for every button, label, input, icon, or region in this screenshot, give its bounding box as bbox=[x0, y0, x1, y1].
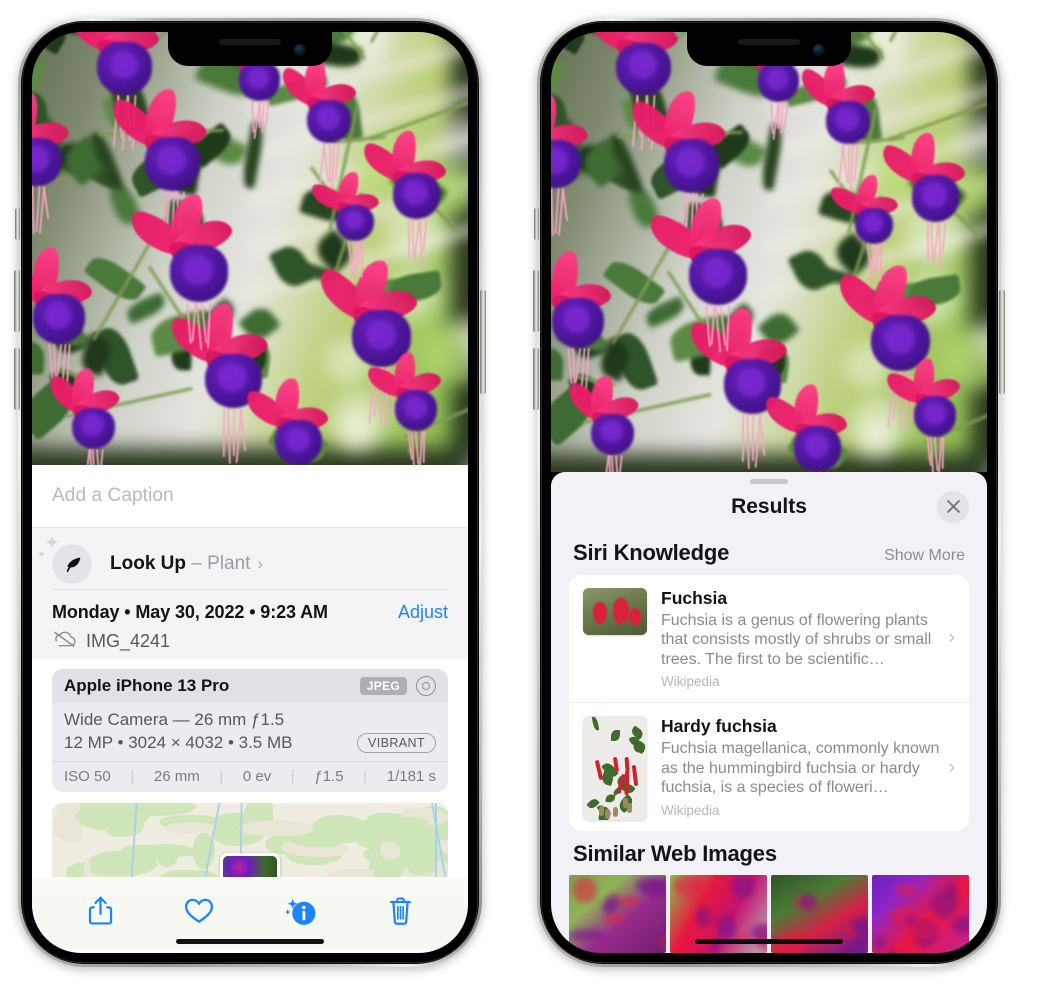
front-camera-icon bbox=[813, 44, 825, 56]
siri-knowledge-header: Siri Knowledge Show More bbox=[551, 530, 987, 575]
device-model: Apple iPhone 13 Pro bbox=[64, 676, 230, 695]
trash-icon[interactable] bbox=[388, 896, 413, 931]
look-up-row[interactable]: ✦ ✦ Look Up – Plant › bbox=[37, 534, 448, 587]
metadata-section: Monday • May 30, 2022 • 9:23 AM Adjust I… bbox=[32, 590, 468, 659]
exif-iso: ISO 50 bbox=[64, 768, 111, 785]
share-icon[interactable] bbox=[87, 895, 114, 931]
close-icon[interactable] bbox=[937, 490, 969, 523]
location-map-preview[interactable] bbox=[52, 803, 448, 877]
chevron-right-icon: › bbox=[948, 757, 955, 779]
look-up-label: Look Up – Plant › bbox=[110, 553, 263, 575]
results-title: Results bbox=[731, 494, 807, 518]
exif-shutter: 1/181 s bbox=[386, 768, 436, 785]
separator: | bbox=[290, 768, 295, 785]
separator: | bbox=[130, 768, 135, 785]
result-thumbnail bbox=[583, 587, 647, 635]
photo-viewer[interactable] bbox=[551, 32, 987, 472]
separator: | bbox=[219, 768, 224, 785]
leaf-icon bbox=[52, 544, 92, 584]
cloud-slash-icon bbox=[52, 630, 77, 653]
similar-image-thumbnail[interactable] bbox=[569, 874, 666, 953]
result-thumbnail bbox=[583, 716, 647, 821]
screen-right: Results Siri Knowledge Show More Fuchsia… bbox=[551, 32, 987, 953]
photo-date: Monday • May 30, 2022 • 9:23 AM bbox=[52, 602, 328, 622]
camera-info-card[interactable]: Apple iPhone 13 Pro JPEG Wide Camera — 2… bbox=[52, 669, 448, 792]
pin-thumbnail bbox=[223, 856, 277, 877]
heart-icon[interactable] bbox=[184, 897, 214, 929]
power-button[interactable] bbox=[999, 290, 1005, 394]
look-up-subject: Plant bbox=[207, 553, 251, 574]
exif-ev: 0 ev bbox=[242, 768, 272, 785]
results-sheet: Results Siri Knowledge Show More Fuchsia… bbox=[551, 472, 987, 953]
adjust-button[interactable]: Adjust bbox=[398, 602, 448, 623]
silence-switch[interactable] bbox=[15, 208, 20, 240]
result-description: Fuchsia is a genus of flowering plants t… bbox=[661, 611, 932, 668]
look-up-title: Look Up bbox=[110, 553, 186, 574]
look-up-dash: – bbox=[191, 553, 202, 574]
result-title: Fuchsia bbox=[661, 587, 728, 608]
siri-knowledge-card: Fuchsia Fuchsia is a genus of flowering … bbox=[569, 574, 969, 831]
caption-input[interactable]: Add a Caption bbox=[32, 465, 468, 527]
silence-switch[interactable] bbox=[534, 208, 539, 240]
similar-web-images-title: Similar Web Images bbox=[573, 840, 777, 866]
style-badge: VIBRANT bbox=[357, 733, 436, 753]
earpiece-speaker bbox=[738, 39, 800, 45]
exif-focal: 26 mm bbox=[153, 768, 200, 785]
volume-up-button[interactable] bbox=[533, 270, 539, 332]
list-item[interactable]: Hardy fuchsia Fuchsia magellanica, commo… bbox=[569, 702, 969, 831]
exif-aperture: ƒ1.5 bbox=[314, 768, 344, 785]
volume-up-button[interactable] bbox=[14, 270, 20, 332]
notch bbox=[168, 32, 332, 66]
result-description: Fuchsia magellanica, commonly known as t… bbox=[661, 740, 940, 797]
front-camera-icon bbox=[294, 44, 306, 56]
screenshot-canvas: Add a Caption ✦ ✦ Look Up – Plant › Mond… bbox=[0, 0, 1055, 985]
show-more-button[interactable]: Show More bbox=[884, 547, 965, 565]
lens-info: Wide Camera — 26 mm ƒ1.5 bbox=[64, 710, 285, 729]
list-item[interactable]: Fuchsia Fuchsia is a genus of flowering … bbox=[569, 575, 969, 703]
map-photo-pin[interactable] bbox=[220, 853, 280, 877]
photo-info-sheet: Add a Caption ✦ ✦ Look Up – Plant › Mond… bbox=[32, 465, 468, 953]
separator: | bbox=[363, 768, 368, 785]
look-up-section: ✦ ✦ Look Up – Plant › bbox=[32, 527, 468, 590]
file-name: IMG_4241 bbox=[86, 631, 171, 651]
home-indicator[interactable] bbox=[695, 939, 843, 944]
photo-viewer[interactable] bbox=[32, 32, 468, 465]
result-source: Wikipedia bbox=[661, 802, 720, 818]
exposure-settings-row: ISO 50 | 26 mm | 0 ev | ƒ1.5 | 1/181 s bbox=[52, 761, 448, 792]
chevron-right-icon: › bbox=[257, 554, 264, 573]
similar-web-images-header: Similar Web Images bbox=[551, 831, 987, 873]
caption-placeholder: Add a Caption bbox=[52, 485, 174, 506]
volume-down-button[interactable] bbox=[14, 348, 20, 410]
result-source: Wikipedia bbox=[661, 674, 720, 690]
camera-info-header: Apple iPhone 13 Pro JPEG bbox=[52, 669, 448, 703]
iphone-right-device: Results Siri Knowledge Show More Fuchsia… bbox=[533, 18, 1005, 967]
sparkle-icon-small: ✦ bbox=[37, 549, 47, 561]
home-indicator[interactable] bbox=[176, 939, 324, 944]
camera-info-body: Wide Camera — 26 mm ƒ1.5 12 MP • 3024 × … bbox=[52, 703, 448, 761]
info-sparkle-icon[interactable] bbox=[284, 895, 318, 932]
screen-left: Add a Caption ✦ ✦ Look Up – Plant › Mond… bbox=[32, 32, 468, 953]
aperture-icon bbox=[416, 676, 436, 696]
volume-down-button[interactable] bbox=[533, 348, 539, 410]
format-badge: JPEG bbox=[359, 677, 407, 695]
similar-image-thumbnail[interactable] bbox=[872, 874, 969, 953]
result-title: Hardy fuchsia bbox=[661, 716, 777, 737]
siri-knowledge-title: Siri Knowledge bbox=[573, 539, 730, 565]
power-button[interactable] bbox=[480, 290, 486, 394]
earpiece-speaker bbox=[219, 39, 281, 45]
notch bbox=[687, 32, 851, 66]
results-header: Results bbox=[551, 484, 987, 530]
iphone-left-device: Add a Caption ✦ ✦ Look Up – Plant › Mond… bbox=[14, 18, 486, 967]
image-specs: 12 MP • 3024 × 4032 • 3.5 MB bbox=[64, 733, 293, 752]
chevron-right-icon: › bbox=[948, 627, 955, 649]
